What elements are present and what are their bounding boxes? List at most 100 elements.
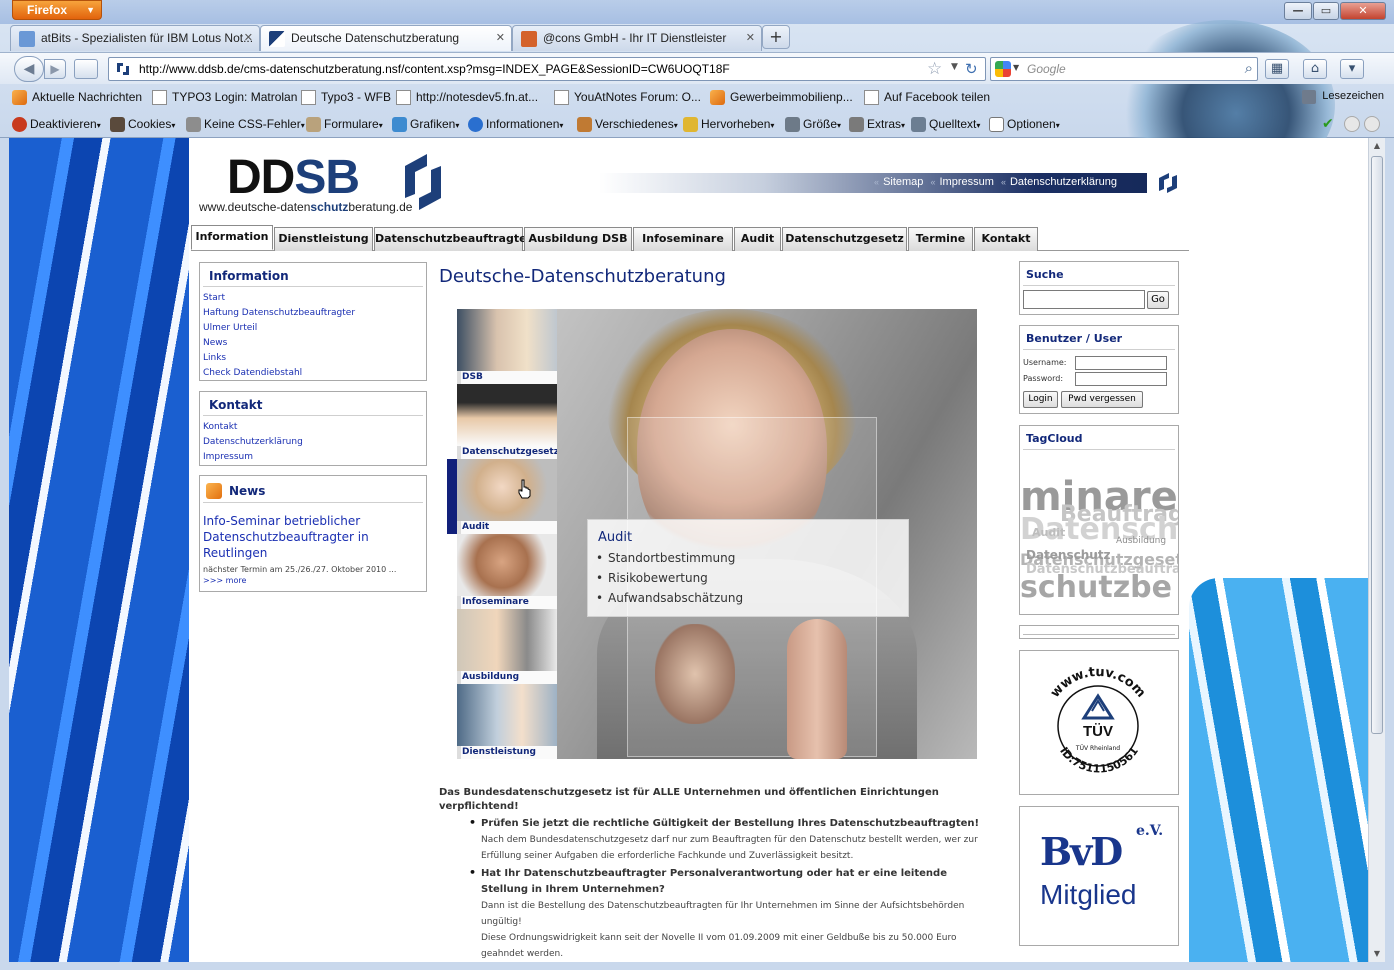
devtool-menu[interactable]: Verschiedenes▾ bbox=[577, 117, 678, 132]
rss-icon[interactable] bbox=[206, 483, 222, 499]
devtool-menu[interactable]: Quelltext▾ bbox=[911, 117, 980, 132]
minimize-button[interactable]: — bbox=[1284, 2, 1312, 20]
news-more-link[interactable]: >>> more bbox=[203, 576, 426, 585]
link-news[interactable]: News bbox=[203, 336, 426, 351]
search-bar[interactable]: ▼ Google ⌕ bbox=[990, 57, 1258, 81]
firefox-menu-button[interactable]: Firefox ▼ bbox=[12, 0, 102, 20]
link-haftung[interactable]: Haftung Datenschutzbeauftragter bbox=[203, 306, 426, 321]
link-links[interactable]: Links bbox=[203, 351, 426, 366]
devtool-menu[interactable]: Cookies▾ bbox=[110, 117, 175, 132]
link-start[interactable]: Start bbox=[203, 291, 426, 306]
bookmark-item[interactable]: http://notesdev5.fn.at... bbox=[396, 90, 538, 105]
hero-thumb-dsb[interactable]: DSB bbox=[447, 309, 557, 384]
hero-thumb-datenschutzgesetz[interactable]: Datenschutzgesetz bbox=[447, 384, 557, 459]
reload-icon[interactable]: ↻ bbox=[965, 60, 978, 78]
impressum-link[interactable]: Impressum bbox=[940, 176, 994, 188]
bookmark-item[interactable]: Gewerbeimmobilienp... bbox=[710, 90, 853, 105]
search-placeholder[interactable]: Google bbox=[1027, 62, 1066, 76]
maximize-button[interactable]: ▭ bbox=[1313, 2, 1339, 20]
devtool-menu[interactable]: Formulare▾ bbox=[306, 117, 383, 132]
tag-link[interactable]: Audit bbox=[1032, 526, 1065, 539]
devtool-menu[interactable]: Informationen▾ bbox=[468, 117, 563, 132]
bvd-membership-box[interactable]: BvD e.V. Mitglied bbox=[1019, 806, 1179, 946]
datenschutz-link[interactable]: Datenschutzerklärung bbox=[1010, 176, 1117, 188]
tuv-certificate-box[interactable]: www.tuv.com ID:7511150561 TÜV TÜV Rheinl… bbox=[1019, 650, 1179, 795]
hero-thumb-infoseminare[interactable]: Infoseminare bbox=[447, 534, 557, 609]
close-window-button[interactable]: ✕ bbox=[1340, 2, 1386, 20]
close-tab-icon[interactable]: ✕ bbox=[746, 31, 755, 44]
nav-tab-ausbildung-dsb[interactable]: Ausbildung DSB bbox=[524, 227, 632, 251]
devtool-menu[interactable]: Grafiken▾ bbox=[392, 117, 459, 132]
new-tab-button[interactable]: + bbox=[762, 25, 790, 49]
tag-link[interactable]: Datenschutz bbox=[1026, 548, 1111, 562]
addon-icon[interactable]: ▾ bbox=[1340, 59, 1364, 79]
nav-tab-information[interactable]: Information bbox=[191, 225, 273, 250]
browser-tab[interactable]: atBits - Spezialisten für IBM Lotus Not.… bbox=[10, 25, 260, 51]
site-logo[interactable]: DDSB bbox=[227, 150, 360, 205]
back-button[interactable]: ◀ bbox=[14, 56, 44, 82]
sitemap-link[interactable]: Sitemap bbox=[883, 176, 923, 188]
nav-tab-infoseminare[interactable]: Infoseminare bbox=[633, 227, 733, 251]
devtool-menu[interactable]: Hervorheben▾ bbox=[683, 117, 774, 132]
close-tab-icon[interactable]: ✕ bbox=[496, 31, 505, 44]
devtool-menu[interactable]: Größe▾ bbox=[785, 117, 841, 132]
google-icon[interactable] bbox=[995, 61, 1011, 77]
information-box-title: Information bbox=[203, 263, 423, 287]
forgot-password-button[interactable]: Pwd vergessen bbox=[1061, 391, 1143, 408]
site-search-go-button[interactable]: Go bbox=[1147, 291, 1169, 309]
browser-tab[interactable]: @cons GmbH - Ihr IT Dienstleister ✕ bbox=[512, 25, 762, 51]
link-check-datendiebstahl[interactable]: Check Datendiebstahl bbox=[203, 366, 426, 381]
status-icon[interactable] bbox=[1364, 116, 1380, 132]
browser-tab-active[interactable]: Deutsche Datenschutzberatung ✕ bbox=[260, 25, 512, 51]
engine-dropdown-icon[interactable]: ▼ bbox=[1013, 63, 1019, 72]
bookmark-item[interactable]: YouAtNotes Forum: O... bbox=[554, 90, 701, 105]
validation-check-icon[interactable]: ✔ bbox=[1322, 116, 1334, 132]
password-field[interactable] bbox=[1075, 372, 1167, 386]
forward-button[interactable]: ▶ bbox=[44, 59, 66, 79]
devtool-menu[interactable]: Deaktivieren▾ bbox=[12, 117, 101, 132]
bookmark-item[interactable]: TYPO3 Login: Matrolan bbox=[152, 90, 297, 105]
link-datenschutzerklaerung[interactable]: Datenschutzerklärung bbox=[203, 435, 426, 450]
tag-link[interactable]: schutzbe bbox=[1020, 570, 1172, 605]
search-magnifier-icon[interactable]: ⌕ bbox=[1245, 59, 1253, 77]
scroll-down-arrow-icon[interactable]: ▼ bbox=[1369, 946, 1385, 962]
bookmark-item[interactable]: Typo3 - WFB bbox=[301, 90, 391, 105]
hero-thumb-dienstleistung[interactable]: Dienstleistung bbox=[447, 684, 557, 759]
scroll-thumb[interactable] bbox=[1371, 156, 1383, 734]
bookmarks-menu-button[interactable]: Lesezeichen bbox=[1302, 90, 1384, 104]
news-headline-link[interactable]: Info-Seminar betrieblicher Datenschutzbe… bbox=[203, 513, 426, 561]
login-button[interactable]: Login bbox=[1023, 391, 1058, 408]
nav-tab-kontakt[interactable]: Kontakt bbox=[974, 227, 1038, 251]
site-url-tagline: www.deutsche-datenschutzberatung.de bbox=[199, 200, 413, 214]
nav-tab-datenschutzgesetz[interactable]: Datenschutzgesetz bbox=[782, 227, 907, 251]
devtool-menu[interactable]: Keine CSS-Fehler▾ bbox=[186, 117, 305, 132]
hero-thumb-ausbildung[interactable]: Ausbildung bbox=[447, 609, 557, 684]
username-field[interactable] bbox=[1075, 356, 1167, 370]
grid-view-icon[interactable]: ▦ bbox=[1265, 59, 1289, 79]
link-impressum[interactable]: Impressum bbox=[203, 450, 426, 465]
vertical-scrollbar[interactable]: ▲ ▼ bbox=[1368, 138, 1385, 962]
history-menu-icon[interactable] bbox=[74, 59, 98, 79]
nav-tab-termine[interactable]: Termine bbox=[908, 227, 973, 251]
home-icon[interactable]: ⌂ bbox=[1303, 59, 1327, 79]
url-bar[interactable]: http://www.ddsb.de/cms-datenschutzberatu… bbox=[108, 57, 986, 81]
nav-tab-datenschutzbeauftragte[interactable]: Datenschutzbeauftragte bbox=[374, 227, 527, 251]
tag-link[interactable]: Ausbildung bbox=[1116, 536, 1166, 546]
search-box-title: Suche bbox=[1023, 262, 1175, 286]
bookmark-item[interactable]: Auf Facebook teilen bbox=[864, 90, 990, 105]
url-text[interactable]: http://www.ddsb.de/cms-datenschutzberatu… bbox=[139, 62, 730, 76]
devtool-menu[interactable]: Extras▾ bbox=[849, 117, 905, 132]
nav-tab-dienstleistung[interactable]: Dienstleistung bbox=[274, 227, 373, 251]
devtool-menu[interactable]: Optionen▾ bbox=[989, 117, 1060, 132]
link-ulmer-urteil[interactable]: Ulmer Urteil bbox=[203, 321, 426, 336]
close-tab-icon[interactable]: ✕ bbox=[244, 31, 253, 44]
hero-thumb-audit[interactable]: Audit bbox=[447, 459, 557, 534]
scroll-up-arrow-icon[interactable]: ▲ bbox=[1369, 138, 1385, 154]
nav-tab-audit[interactable]: Audit bbox=[734, 227, 781, 251]
status-icon[interactable] bbox=[1344, 116, 1360, 132]
site-search-input[interactable] bbox=[1023, 290, 1145, 309]
bookmark-star-icon[interactable]: ☆ bbox=[927, 59, 942, 79]
link-kontakt[interactable]: Kontakt bbox=[203, 420, 426, 435]
url-history-dropdown-icon[interactable]: ▼ bbox=[951, 62, 958, 72]
bookmark-item[interactable]: Aktuelle Nachrichten bbox=[12, 90, 142, 105]
